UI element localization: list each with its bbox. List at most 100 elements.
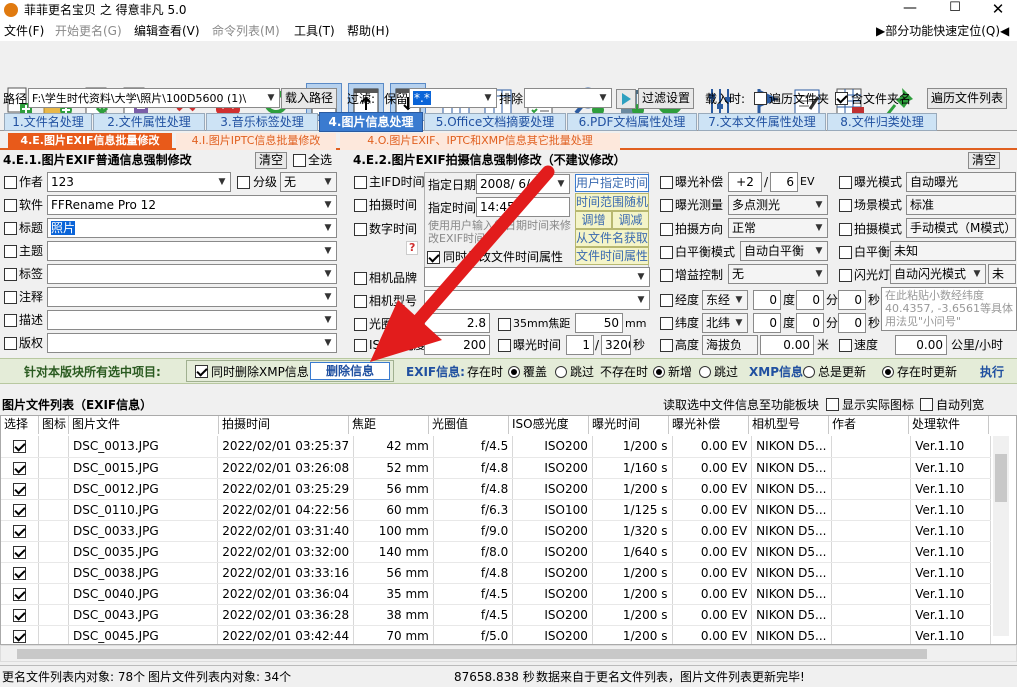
shoot-time-checkbox[interactable] [354,199,367,212]
row-checkbox[interactable] [13,566,27,580]
gps-sec-input[interactable]: 0 [838,290,866,310]
row-select-cell[interactable] [1,499,40,521]
add-radio[interactable] [653,366,665,378]
altitude-checkbox[interactable] [660,339,673,352]
decrease-button[interactable]: 调减 [612,211,649,229]
column-header[interactable]: 曝光补偿 [669,416,749,434]
focal35-checkbox[interactable] [498,318,511,331]
exposure-time-checkbox[interactable] [498,339,511,352]
direction-checkbox[interactable] [660,223,673,236]
gps-dir-select[interactable]: 北纬 ▼ [702,313,748,333]
exp-mode-checkbox[interactable] [839,176,852,189]
help-question-icon[interactable]: ? [406,241,419,255]
shoot-mode-select[interactable]: 手动模式（M模式） [906,218,1016,238]
tab-classify[interactable]: 8.文件归类处理 [827,113,937,131]
show-icon-checkbox[interactable] [826,398,839,411]
delete-xmp-checkbox[interactable] [195,365,208,378]
flash-extra-select[interactable]: 未 [988,264,1016,284]
path-combobox[interactable]: F:\学生时代资料\大学\照片\100D5600 (1)\ ▼ [28,88,280,108]
field-input[interactable]: ▼ [47,241,337,261]
field-input[interactable]: ▼ [47,333,337,353]
metering-checkbox[interactable] [660,199,673,212]
gps-sec-input[interactable]: 0 [838,313,866,333]
column-header[interactable]: 焦距 [349,416,429,434]
tab-office[interactable]: 5.Office文档摘要处理 [424,113,566,131]
tab-pdf[interactable]: 6.PDF文档属性处理 [567,113,697,131]
table-row[interactable]: DSC_0013.JPG 2022/02/01 03:25:37 42 mm f/4.… [1,436,991,458]
row-select-cell[interactable] [1,541,40,563]
tab-file-attr[interactable]: 2.文件属性处理 [93,113,205,131]
gain-select[interactable]: 无 ▼ [728,264,828,284]
column-header[interactable]: 图片文件 [69,416,219,434]
column-header[interactable]: 处理软件 [909,416,989,434]
menu-edit-view[interactable]: 编辑查看(V) [134,23,200,39]
row-select-cell[interactable] [1,604,40,626]
minimize-button[interactable]: — [890,0,930,21]
include-folder-name-checkbox[interactable] [835,92,848,105]
focal35-input[interactable]: 50 [575,313,623,333]
table-row[interactable]: DSC_0012.JPG 2022/02/01 03:25:29 56 mm f/4.… [1,478,991,500]
right-clear-button[interactable]: 清空 [968,152,1000,169]
field-input[interactable]: 照片 ▼ [47,218,337,238]
field-checkbox[interactable] [4,222,17,235]
field-checkbox[interactable] [4,268,17,281]
scene-mode-select[interactable]: 标准 [906,195,1016,215]
vertical-scrollbar[interactable] [993,436,1009,636]
table-row[interactable]: DSC_0015.JPG 2022/02/01 03:26:08 52 mm f/4.… [1,457,991,479]
menu-file[interactable]: 文件(F) [4,23,44,39]
tab-music-tag[interactable]: 3.音乐标签处理 [206,113,318,131]
exists-update-radio[interactable] [882,366,894,378]
row-checkbox[interactable] [13,629,27,643]
select-all-checkbox[interactable] [293,154,306,167]
play-icon[interactable] [616,89,636,109]
date-input[interactable]: 2008/ 6/ ▼ [476,174,570,194]
file-time-attr-button[interactable]: 文件时间属性 [575,247,649,265]
horizontal-scrollbar[interactable] [0,645,1017,662]
menu-command-list[interactable]: 命令列表(M) [212,23,280,39]
exp-num-input[interactable]: 1 [566,335,594,355]
scene-mode-checkbox[interactable] [839,199,852,212]
field-checkbox[interactable] [4,245,17,258]
camera-brand-checkbox[interactable] [354,272,367,285]
digital-time-checkbox[interactable] [354,223,367,236]
load-path-button[interactable]: 载入路径 [281,88,337,109]
row-select-cell[interactable] [1,520,40,542]
table-row[interactable]: DSC_0035.JPG 2022/02/01 03:32:00 140 mm f/8… [1,541,991,563]
filter-settings-button[interactable]: 过滤设置 [638,88,694,109]
left-clear-button[interactable]: 清空 [255,152,287,169]
field-input[interactable]: ▼ [47,287,337,307]
wb-mode-checkbox[interactable] [660,246,673,259]
metering-select[interactable]: 多点测光 ▼ [728,195,828,215]
subtab-exif[interactable]: 4.E.图片EXIF信息批量修改 [8,133,172,150]
gps-min-input[interactable]: 0 [796,313,824,333]
sync-file-time-checkbox[interactable] [427,251,440,264]
row-checkbox[interactable] [13,440,27,454]
flash-select[interactable]: 自动闪光模式 ▼ [890,264,986,284]
camera-model-checkbox[interactable] [354,295,367,308]
table-row[interactable]: DSC_0043.JPG 2022/02/01 03:36:28 38 mm f/4.… [1,604,991,626]
column-header[interactable]: 相机型号 [749,416,829,434]
column-header[interactable]: 作者 [829,416,909,434]
altitude-dir-select[interactable]: 海拔负 [702,335,758,355]
field-checkbox[interactable] [4,337,17,350]
field-checkbox[interactable] [4,291,17,304]
gps-paste-box[interactable]: 在此粘贴小数经纬度40.4357, -3.6561等具体用法见"小问号" [881,287,1017,331]
aperture-input[interactable]: 2.8 [424,313,490,333]
row-checkbox[interactable] [13,608,27,622]
wb-checkbox[interactable] [839,246,852,259]
exp-comp-b-input[interactable]: 6 [770,172,798,192]
flash-checkbox[interactable] [839,269,852,282]
traverse-folder-checkbox[interactable] [754,92,767,105]
time-input[interactable]: 14:45 [476,197,570,217]
field-input[interactable]: ▼ [47,264,337,284]
table-row[interactable]: DSC_0038.JPG 2022/02/01 03:33:16 56 mm f/4.… [1,562,991,584]
ifd-time-checkbox[interactable] [354,176,367,189]
menu-start-rename[interactable]: 开始更名(G) [55,23,122,39]
skip2-radio[interactable] [699,366,711,378]
speed-checkbox[interactable] [839,339,852,352]
delete-info-button[interactable]: 删除信息 [310,362,390,380]
field-checkbox[interactable] [4,199,17,212]
row-select-cell[interactable] [1,625,40,644]
exp-comp-checkbox[interactable] [660,176,673,189]
exclude-combobox[interactable]: ▼ [524,88,612,108]
